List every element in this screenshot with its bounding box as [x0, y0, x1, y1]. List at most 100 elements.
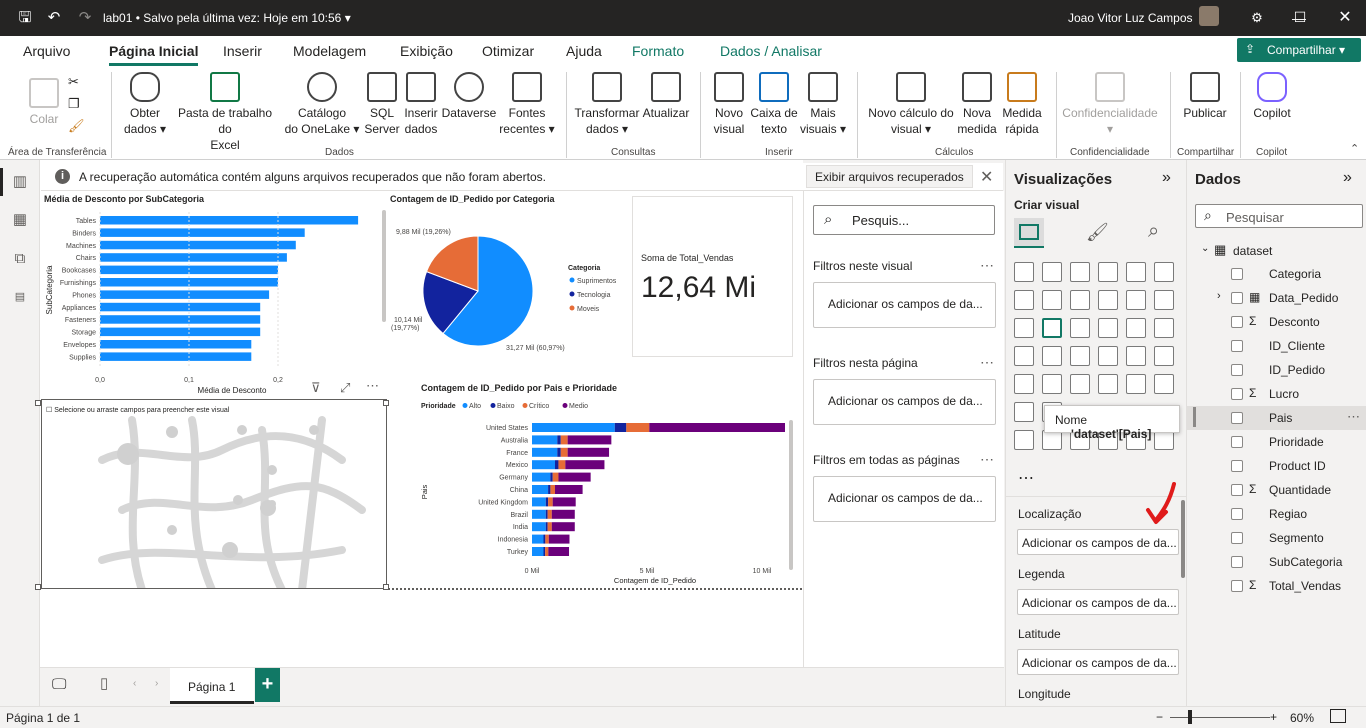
tab-dados-analisar[interactable]: Dados / Analisar: [720, 43, 822, 59]
visual-type-icon[interactable]: [1014, 318, 1034, 338]
field-checkbox[interactable]: [1231, 364, 1243, 376]
field-checkbox[interactable]: [1231, 556, 1243, 568]
resize-handle[interactable]: [35, 400, 41, 406]
visual-type-icon[interactable]: [1042, 374, 1062, 394]
visual-type-icon[interactable]: [1014, 262, 1034, 282]
field-checkbox[interactable]: [1231, 268, 1243, 280]
stacked-bar-visual[interactable]: Contagem de ID_Pedido por Pais e Priorid…: [410, 380, 802, 588]
zoom-out-icon[interactable]: −: [1156, 710, 1163, 724]
data-search-input[interactable]: ⌕ Pesquisar: [1195, 204, 1363, 228]
visual-type-icon[interactable]: [1126, 318, 1146, 338]
field-checkbox[interactable]: [1231, 340, 1243, 352]
focus-mode-icon[interactable]: ⤢: [340, 380, 350, 396]
report-view-icon[interactable]: ▥: [11, 172, 29, 190]
more-visuals-icon[interactable]: ⋯: [1018, 468, 1034, 488]
transform-data-button[interactable]: Transformar dados ▾: [574, 72, 640, 137]
build-visual-tab[interactable]: [1014, 218, 1044, 248]
zoom-slider[interactable]: [1170, 717, 1270, 718]
more-options-icon[interactable]: ⋯: [980, 451, 994, 468]
visual-type-icon[interactable]: [1126, 346, 1146, 366]
dataverse-button[interactable]: Dataverse: [441, 72, 497, 121]
visual-type-icon[interactable]: [1014, 290, 1034, 310]
field-item[interactable]: Prioridade: [1187, 430, 1366, 454]
collapse-icon[interactable]: »: [1343, 169, 1352, 187]
pie-chart-visual[interactable]: Contagem de ID_Pedido por Categoria 9,88…: [388, 192, 628, 362]
tab-exibicao[interactable]: Exibição: [400, 43, 453, 59]
resize-handle[interactable]: [383, 400, 389, 406]
tab-modelagem[interactable]: Modelagem: [293, 43, 366, 59]
tab-otimizar[interactable]: Otimizar: [482, 43, 534, 59]
field-item[interactable]: Σ Desconto: [1187, 310, 1366, 334]
undo-icon[interactable]: ↶: [45, 9, 63, 27]
field-checkbox[interactable]: [1231, 460, 1243, 472]
paste-button[interactable]: Colar: [24, 72, 64, 127]
field-item[interactable]: Product ID: [1187, 454, 1366, 478]
field-item[interactable]: Σ Quantidade: [1187, 478, 1366, 502]
visual-type-icon[interactable]: [1014, 346, 1034, 366]
field-checkbox[interactable]: [1231, 412, 1243, 424]
get-data-button[interactable]: Obter dados ▾: [118, 72, 172, 137]
visual-type-icon[interactable]: [1042, 346, 1062, 366]
visual-type-icon[interactable]: [1070, 290, 1090, 310]
window-title[interactable]: lab01 • Salvo pela última vez: Hoje em 1…: [103, 11, 351, 25]
avatar[interactable]: [1199, 6, 1219, 26]
show-recovered-button[interactable]: Exibir arquivos recuperados: [806, 165, 973, 188]
field-item[interactable]: Regiao: [1187, 502, 1366, 526]
field-item[interactable]: SubCategoria: [1187, 550, 1366, 574]
field-item[interactable]: Categoria: [1187, 262, 1366, 286]
dax-view-icon[interactable]: ▤: [11, 290, 29, 308]
next-page-icon[interactable]: ›: [155, 678, 158, 689]
visual-type-icon[interactable]: [1070, 262, 1090, 282]
visual-type-icon[interactable]: [1098, 262, 1118, 282]
model-view-icon[interactable]: ⧉: [11, 250, 29, 268]
filter-well-visual[interactable]: Adicionar os campos de da...: [813, 282, 996, 328]
publish-button[interactable]: Publicar: [1180, 72, 1230, 121]
close-icon[interactable]: ✕: [1335, 8, 1355, 28]
format-visual-icon[interactable]: 🖌: [1086, 222, 1109, 243]
excel-button[interactable]: Pasta de trabalho do Excel: [170, 72, 280, 153]
share-button[interactable]: ⇪ Compartilhar ▾: [1237, 38, 1361, 62]
visual-type-icon[interactable]: [1070, 346, 1090, 366]
field-item[interactable]: Σ Lucro: [1187, 382, 1366, 406]
card-visual[interactable]: Soma de Total_Vendas 12,64 Mi: [632, 196, 793, 357]
visual-type-icon[interactable]: [1070, 374, 1090, 394]
user-name[interactable]: Joao Vitor Luz Campos: [1068, 11, 1193, 25]
visual-type-icon[interactable]: [1014, 374, 1034, 394]
new-visual-button[interactable]: Novo visual: [706, 72, 752, 137]
ribbon-collapse-icon[interactable]: ⌃: [1350, 142, 1359, 155]
field-item[interactable]: Segmento: [1187, 526, 1366, 550]
sql-server-button[interactable]: SQL Server: [362, 72, 402, 137]
bar-chart-visual[interactable]: Média de Desconto por SubCategoria Table…: [42, 192, 385, 396]
prev-page-icon[interactable]: ‹: [133, 678, 136, 689]
visual-type-icon[interactable]: [1042, 318, 1062, 338]
visual-type-icon[interactable]: [1154, 318, 1174, 338]
sensitivity-button[interactable]: Confidencialidade ▾: [1060, 72, 1160, 137]
resize-handle[interactable]: [35, 584, 41, 590]
format-painter-icon[interactable]: 🖌: [68, 118, 85, 134]
visual-type-icon[interactable]: [1098, 318, 1118, 338]
bar-chart-scrollbar[interactable]: [382, 210, 386, 322]
visual-type-icon[interactable]: [1098, 374, 1118, 394]
filter-well-all[interactable]: Adicionar os campos de da...: [813, 476, 996, 522]
visual-type-icon[interactable]: [1042, 262, 1062, 282]
field-checkbox[interactable]: [1231, 388, 1243, 400]
field-item[interactable]: ID_Pedido: [1187, 358, 1366, 382]
refresh-button[interactable]: Atualizar: [640, 72, 692, 121]
field-checkbox[interactable]: [1231, 484, 1243, 496]
visual-type-icon[interactable]: [1098, 346, 1118, 366]
cut-icon[interactable]: ✂: [68, 74, 79, 90]
tab-inserir[interactable]: Inserir: [223, 43, 262, 59]
visual-type-icon[interactable]: [1154, 346, 1174, 366]
collapse-icon[interactable]: »: [1162, 169, 1171, 187]
zoom-thumb[interactable]: [1188, 710, 1192, 724]
recent-sources-button[interactable]: Fontes recentes ▾: [497, 72, 557, 137]
page-tab[interactable]: Página 1: [170, 668, 254, 704]
copilot-button[interactable]: Copilot: [1249, 72, 1295, 121]
dataset-table[interactable]: ⌄ ▦ dataset: [1187, 240, 1366, 262]
field-checkbox[interactable]: [1231, 292, 1243, 304]
filter-icon[interactable]: ⊽: [311, 380, 321, 396]
visual-type-icon[interactable]: [1154, 262, 1174, 282]
visual-type-icon[interactable]: [1154, 290, 1174, 310]
textbox-button[interactable]: Caixa de texto: [749, 72, 799, 137]
tab-arquivo[interactable]: Arquivo: [23, 43, 70, 59]
